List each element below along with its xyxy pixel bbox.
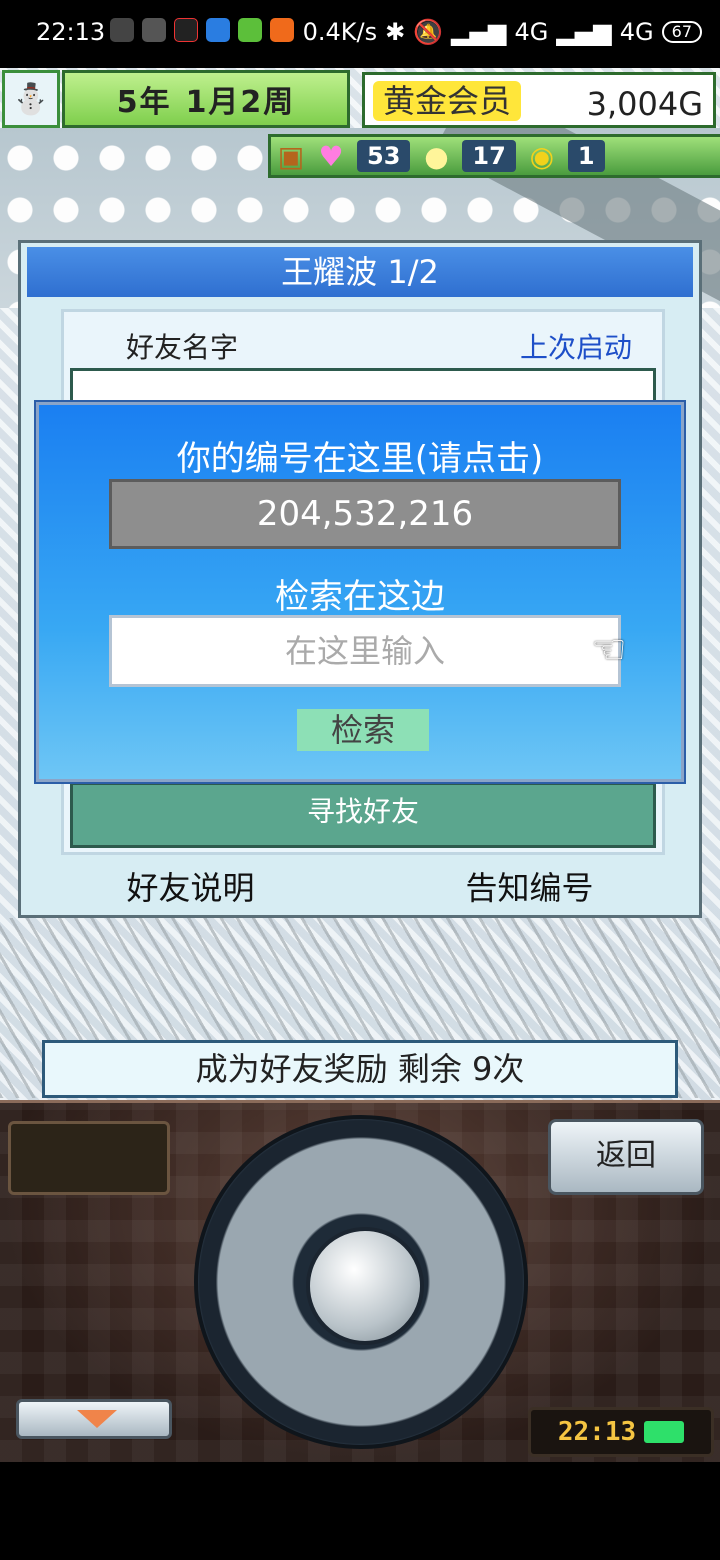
- search-prompt: 检索在这边: [275, 577, 445, 617]
- hearts-count: 53: [357, 140, 411, 172]
- mail-icon: [270, 18, 294, 42]
- signal-label-2: 4G: [619, 18, 654, 46]
- friend-explain-button[interactable]: 好友说明: [126, 863, 254, 909]
- back-button[interactable]: 返回: [548, 1119, 704, 1195]
- lightbulb-icon: ●: [424, 139, 449, 173]
- mini-screen: [8, 1121, 170, 1195]
- top-hud: ⛄ 5年 1月2周 黄金会员 3,004G: [0, 68, 720, 130]
- signal-label-1: 4G: [514, 18, 549, 46]
- treasure-chest-icon[interactable]: ▣: [271, 138, 311, 174]
- status-right: 0.4K/s ✱ 🔕 ▂▄▆ 4G ▂▄▆ 4G 67: [303, 18, 702, 46]
- panel-title: 王耀波 1/2: [27, 247, 693, 297]
- dpad-center-button[interactable]: [306, 1227, 424, 1345]
- member-badge: 黄金会员: [373, 81, 522, 121]
- qq-icon: [142, 18, 166, 42]
- coins-count: 1: [567, 140, 605, 172]
- battery-indicator-icon: [644, 1421, 685, 1443]
- ideas-count: 17: [462, 140, 516, 172]
- collapse-arrow-button[interactable]: [16, 1399, 172, 1439]
- status-bar: 22:13 0.4K/s ✱ 🔕 ▂▄▆ 4G ▂▄▆ 4G 67: [0, 0, 720, 68]
- tiktok-icon: [174, 18, 198, 42]
- dpad[interactable]: [194, 1115, 528, 1449]
- member-gold-box: 黄金会员 3,004G: [362, 72, 716, 128]
- gold-amount: 3,004G: [586, 85, 703, 123]
- game-clock: 22:13: [528, 1407, 714, 1457]
- panel-footer: 好友说明 告知编号: [21, 863, 699, 909]
- network-speed: 0.4K/s: [302, 18, 378, 46]
- app-icon: [206, 18, 230, 42]
- date-display: 5年 1月2周: [62, 70, 350, 128]
- search-input[interactable]: 在这里输入: [109, 615, 621, 687]
- find-friend-button[interactable]: 寻找好友: [70, 782, 656, 848]
- friend-reward-banner: 成为好友奖励 剩余 9次: [42, 1040, 678, 1098]
- heart-icon: ♥: [318, 139, 344, 173]
- pointing-hand-icon: ☜: [591, 627, 627, 673]
- friend-id-dialog: 你的编号在这里(请点击) 204,532,216 检索在这边 在这里输入 ☜ 检…: [34, 400, 686, 784]
- column-last-start: 上次启动: [519, 331, 632, 364]
- notify-number-button[interactable]: 告知编号: [465, 863, 593, 909]
- wechat-icon: [110, 18, 134, 42]
- battery-icon: 67: [661, 21, 702, 43]
- player-id-button[interactable]: 204,532,216: [109, 479, 621, 549]
- status-time: 22:13: [36, 18, 106, 46]
- controller-pad: 返回 22:13: [0, 1100, 720, 1462]
- signal-icon: ▂▄▆: [451, 18, 507, 46]
- mute-icon: 🔕: [413, 18, 444, 46]
- coin-icon: ◉: [529, 139, 555, 173]
- resource-bar: ▣ ♥ 53 ● 17 ◉ 1: [268, 134, 720, 178]
- search-button[interactable]: 检索: [297, 709, 429, 751]
- player-avatar[interactable]: ⛄: [2, 70, 60, 128]
- signal-icon-2: ▂▄▆: [556, 18, 612, 46]
- bluetooth-icon: ✱: [385, 18, 406, 46]
- date-year: 5年: [116, 85, 172, 120]
- notification-icons: [110, 18, 294, 42]
- clock-time: 22:13: [557, 1417, 637, 1447]
- id-prompt: 你的编号在这里(请点击): [176, 439, 544, 479]
- date-week: 1月2周: [185, 85, 296, 120]
- column-friend-name: 好友名字: [126, 331, 239, 364]
- bottom-blank: [0, 1462, 720, 1560]
- game-icon: [238, 18, 262, 42]
